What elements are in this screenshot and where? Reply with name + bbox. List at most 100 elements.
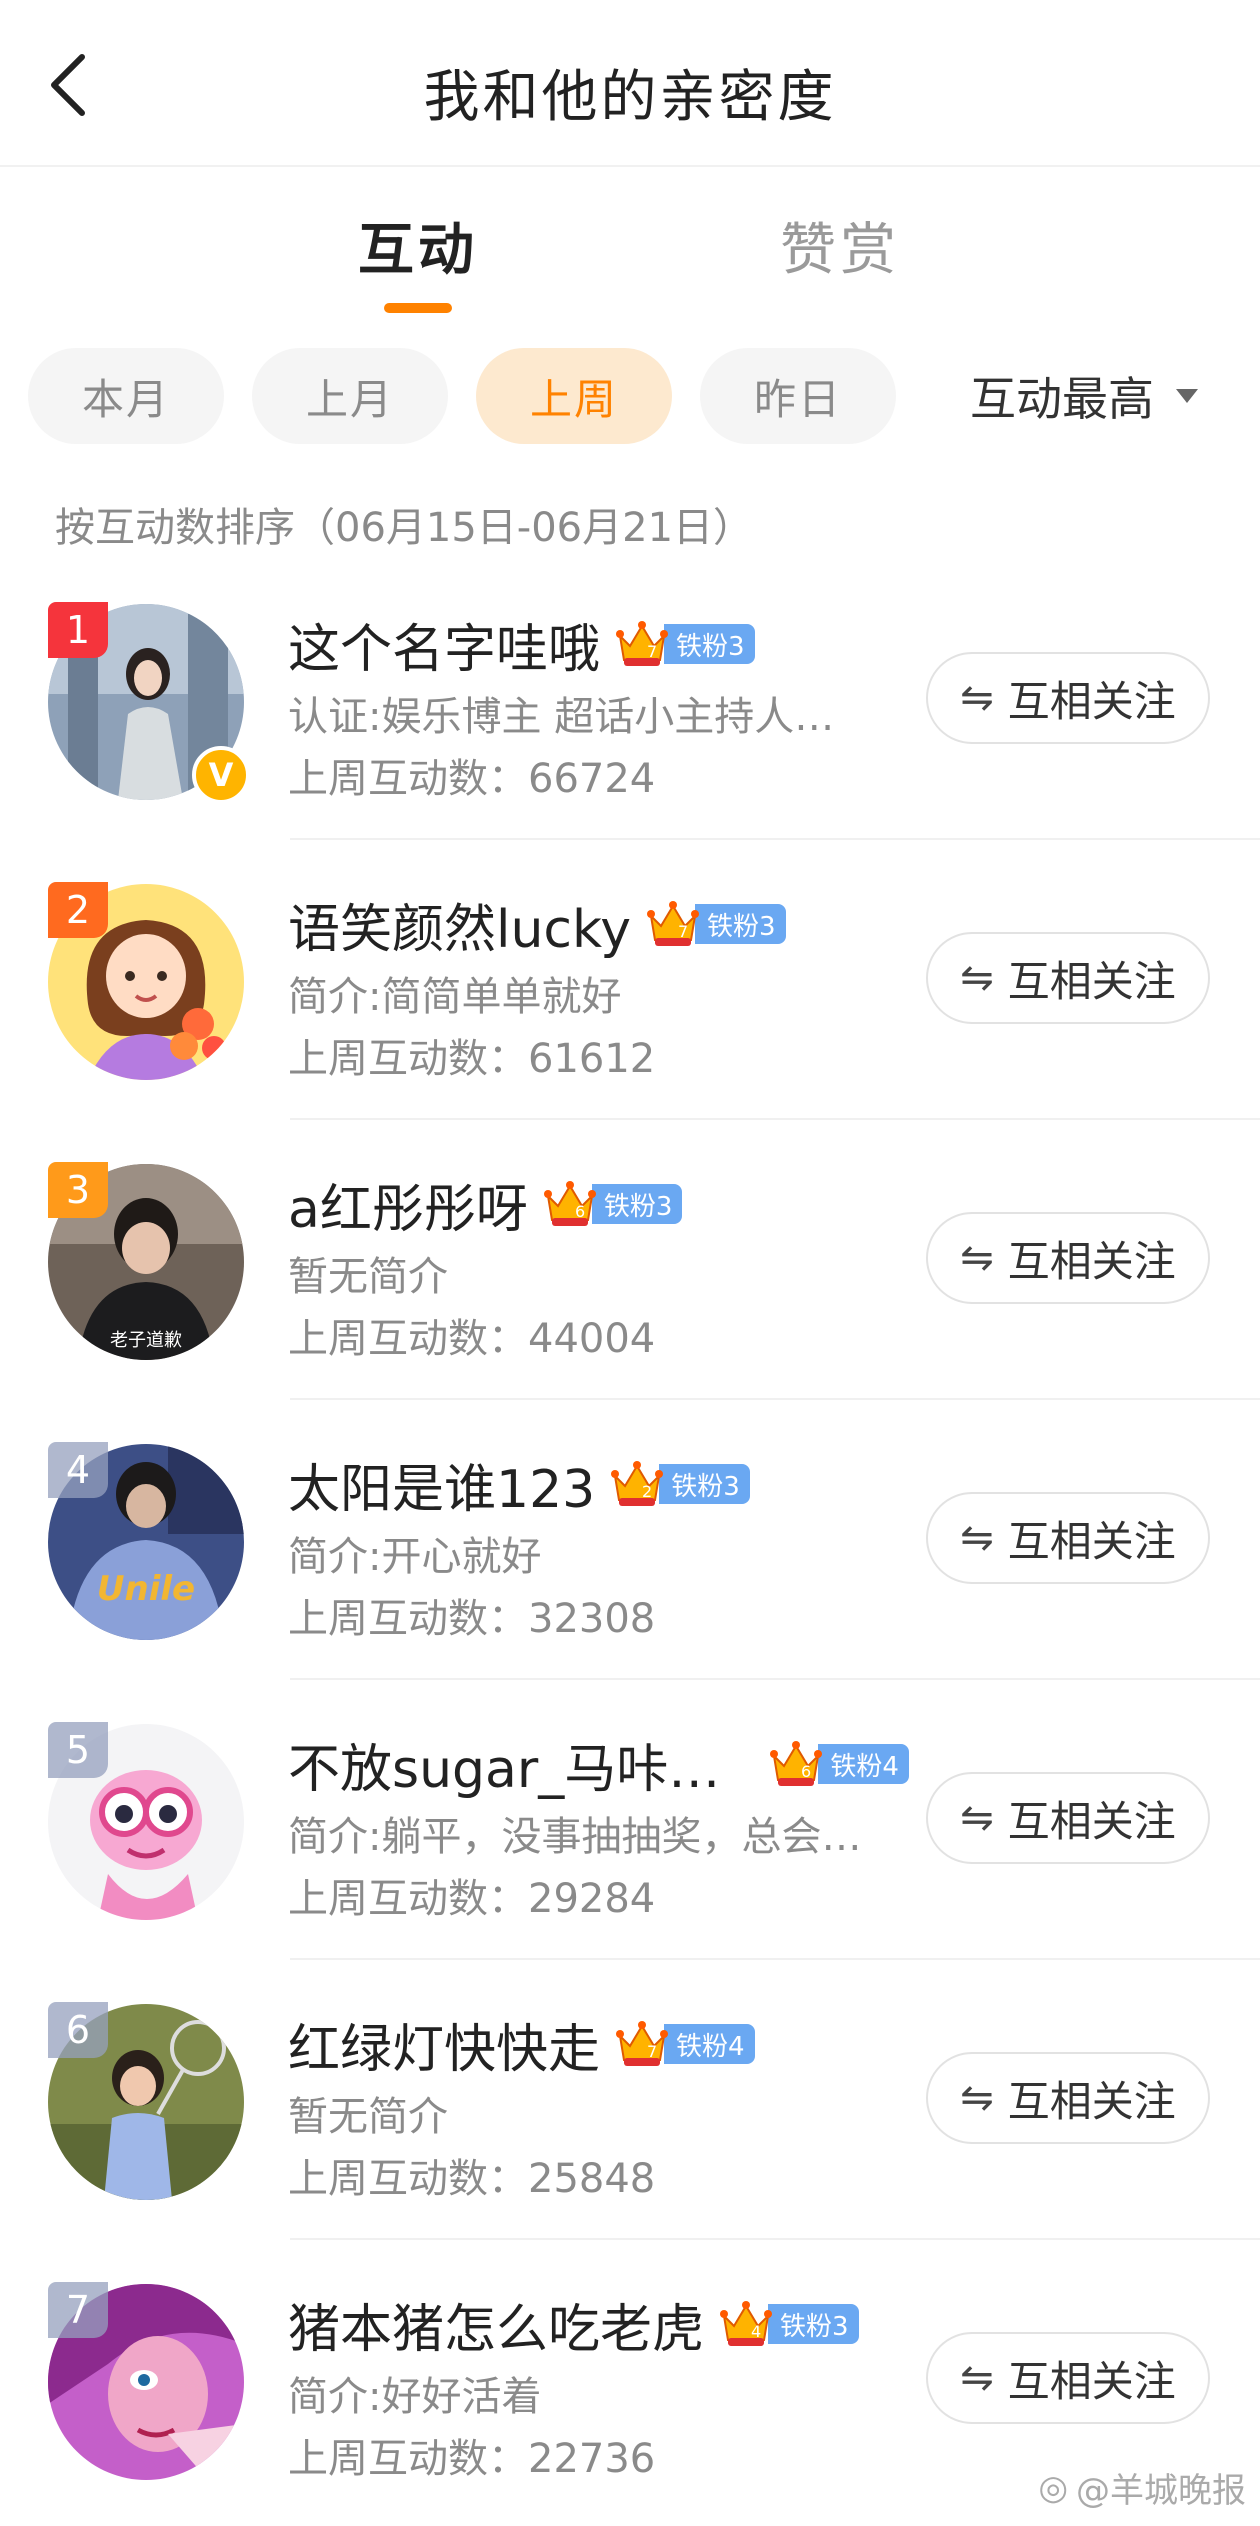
swap-arrows-icon: ⇋ — [960, 2075, 994, 2121]
svg-text:老子道歉: 老子道歉 — [110, 1330, 182, 1351]
mutual-follow-button[interactable]: ⇋ 互相关注 — [926, 1492, 1210, 1584]
swap-arrows-icon: ⇋ — [960, 955, 994, 1001]
caret-down-icon — [1176, 389, 1198, 403]
rank-badge: 4 — [48, 1442, 108, 1498]
user-bio: 认证:娱乐博主 超话小主持人… — [288, 694, 835, 740]
sort-description: 按互动数排序（06月15日-06月21日） — [55, 505, 754, 551]
period-filter: 本月 上月 上周 昨日 互动最高 — [0, 348, 1260, 448]
user-name[interactable]: 太阳是谁123 — [288, 1447, 595, 1522]
mutual-follow-button[interactable]: ⇋ 互相关注 — [926, 1772, 1210, 1864]
user-bio: 简介:简简单单就好 — [288, 974, 622, 1020]
user-name[interactable]: a红彤彤呀 — [288, 1167, 528, 1242]
list-item[interactable]: Unile 4 太阳是谁123 2 铁粉3 简介:开心就好 上周互动数：3230… — [0, 1400, 1260, 1680]
fan-level-label: 铁粉3 — [591, 1184, 683, 1224]
rank-badge: 7 — [48, 2282, 108, 2338]
svg-text:4: 4 — [751, 2322, 761, 2341]
fan-level-badge: 2 铁粉3 — [609, 1456, 750, 1512]
follow-label: 互相关注 — [1007, 956, 1176, 1006]
rank-badge: 2 — [48, 882, 108, 938]
user-name[interactable]: 不放sugar_马咔… — [288, 1727, 720, 1802]
mutual-follow-button[interactable]: ⇋ 互相关注 — [926, 1212, 1210, 1304]
crown-icon: 6 — [768, 1736, 824, 1792]
user-name[interactable]: 这个名字哇哦 — [288, 607, 600, 682]
watermark-text: @羊城晚报 — [1076, 2471, 1246, 2511]
crown-icon: 4 — [718, 2296, 774, 2352]
interaction-count: 上周互动数：29284 — [288, 1876, 656, 1922]
crown-icon: 7 — [645, 896, 701, 952]
weibo-icon: ◎ — [1038, 2467, 1068, 2508]
interaction-count: 上周互动数：44004 — [288, 1316, 656, 1362]
list-item[interactable]: 老子道歉 3 a红彤彤呀 6 铁粉3 暂无简介 上周互动数：44004 ⇋ 互相… — [0, 1120, 1260, 1400]
user-bio: 简介:好好活着 — [288, 2374, 542, 2420]
user-name[interactable]: 猪本猪怎么吃老虎 — [288, 2287, 704, 2362]
fan-level-label: 铁粉3 — [659, 1464, 750, 1504]
fan-level-badge: 6 铁粉3 — [542, 1176, 683, 1232]
sort-dropdown[interactable]: 互动最高 — [970, 348, 1198, 444]
intimacy-list: 1 V 这个名字哇哦 7 铁粉3 认证:娱乐博主 超话小主持人… 上周互动数：6… — [0, 560, 1260, 2520]
user-bio: 简介:躺平，没事抽抽奖，总会… — [288, 1814, 862, 1860]
swap-arrows-icon: ⇋ — [960, 2355, 994, 2401]
mutual-follow-button[interactable]: ⇋ 互相关注 — [926, 652, 1210, 744]
chip-this-month[interactable]: 本月 — [28, 348, 224, 444]
crown-icon: 7 — [614, 616, 670, 672]
crown-icon: 7 — [614, 2016, 670, 2072]
follow-label: 互相关注 — [1007, 1236, 1176, 1286]
page-title: 我和他的亲密度 — [423, 65, 837, 130]
swap-arrows-icon: ⇋ — [960, 675, 994, 721]
follow-label: 互相关注 — [1007, 2356, 1176, 2406]
svg-text:7: 7 — [647, 2042, 657, 2061]
chip-last-week[interactable]: 上周 — [476, 348, 672, 444]
tab-reward[interactable]: 赞赏 — [730, 205, 950, 286]
interaction-count: 上周互动数：32308 — [288, 1596, 656, 1642]
svg-text:Unile: Unile — [97, 1569, 195, 1609]
swap-arrows-icon: ⇋ — [960, 1235, 994, 1281]
interaction-count: 上周互动数：66724 — [288, 756, 656, 802]
list-item[interactable]: 1 V 这个名字哇哦 7 铁粉3 认证:娱乐博主 超话小主持人… 上周互动数：6… — [0, 560, 1260, 840]
watermark: ◎ @羊城晚报 — [1038, 2463, 1246, 2512]
rank-badge: 5 — [48, 1722, 108, 1778]
svg-text:6: 6 — [801, 1762, 811, 1781]
user-bio: 暂无简介 — [288, 2094, 448, 2140]
fan-level-label: 铁粉3 — [695, 904, 786, 944]
list-item[interactable]: 5 不放sugar_马咔… 6 铁粉4 简介:躺平，没事抽抽奖，总会… 上周互动… — [0, 1680, 1260, 1960]
verified-badge: V — [192, 746, 250, 804]
svg-text:6: 6 — [575, 1202, 585, 1221]
list-item[interactable]: 6 红绿灯快快走 7 铁粉4 暂无简介 上周互动数：25848 ⇋ 互相关注 — [0, 1960, 1260, 2240]
fan-level-label: 铁粉4 — [664, 2024, 755, 2064]
rank-badge: 3 — [48, 1162, 108, 1218]
follow-label: 互相关注 — [1007, 2076, 1176, 2126]
follow-label: 互相关注 — [1007, 1516, 1176, 1566]
header-bar: 我和他的亲密度 — [0, 0, 1260, 167]
user-name[interactable]: 语笑颜然lucky — [288, 887, 631, 962]
fan-level-label: 铁粉4 — [818, 1744, 909, 1784]
interaction-count: 上周互动数：22736 — [288, 2436, 656, 2482]
follow-label: 互相关注 — [1007, 676, 1176, 726]
mutual-follow-button[interactable]: ⇋ 互相关注 — [926, 2052, 1210, 2144]
mutual-follow-button[interactable]: ⇋ 互相关注 — [926, 2332, 1210, 2424]
fan-level-badge: 7 铁粉3 — [614, 616, 755, 672]
fan-level-badge: 7 铁粉4 — [614, 2016, 755, 2072]
fan-level-label: 铁粉3 — [768, 2304, 859, 2344]
user-bio: 简介:开心就好 — [288, 1534, 542, 1580]
svg-text:2: 2 — [642, 1482, 652, 1501]
svg-text:7: 7 — [678, 922, 688, 941]
interaction-count: 上周互动数：25848 — [288, 2156, 656, 2202]
fan-level-badge: 4 铁粉3 — [718, 2296, 859, 2352]
swap-arrows-icon: ⇋ — [960, 1795, 994, 1841]
tab-interaction[interactable]: 互动 — [308, 205, 528, 286]
fan-level-label: 铁粉3 — [664, 624, 755, 664]
chip-yesterday[interactable]: 昨日 — [700, 348, 896, 444]
sort-dropdown-label: 互动最高 — [970, 372, 1154, 426]
rank-badge: 6 — [48, 2002, 108, 2058]
mutual-follow-button[interactable]: ⇋ 互相关注 — [926, 932, 1210, 1024]
list-item[interactable]: 2 语笑颜然lucky 7 铁粉3 简介:简简单单就好 上周互动数：61612 … — [0, 840, 1260, 1120]
fan-level-badge: 7 铁粉3 — [645, 896, 786, 952]
crown-icon: 6 — [542, 1176, 598, 1232]
fan-level-badge: 6 铁粉4 — [768, 1736, 909, 1792]
user-name[interactable]: 红绿灯快快走 — [288, 2007, 600, 2082]
tab-bar: 互动 赞赏 — [0, 205, 1260, 315]
chip-last-month[interactable]: 上月 — [252, 348, 448, 444]
rank-badge: 1 — [48, 602, 108, 658]
follow-label: 互相关注 — [1007, 1796, 1176, 1846]
svg-text:7: 7 — [647, 642, 657, 661]
